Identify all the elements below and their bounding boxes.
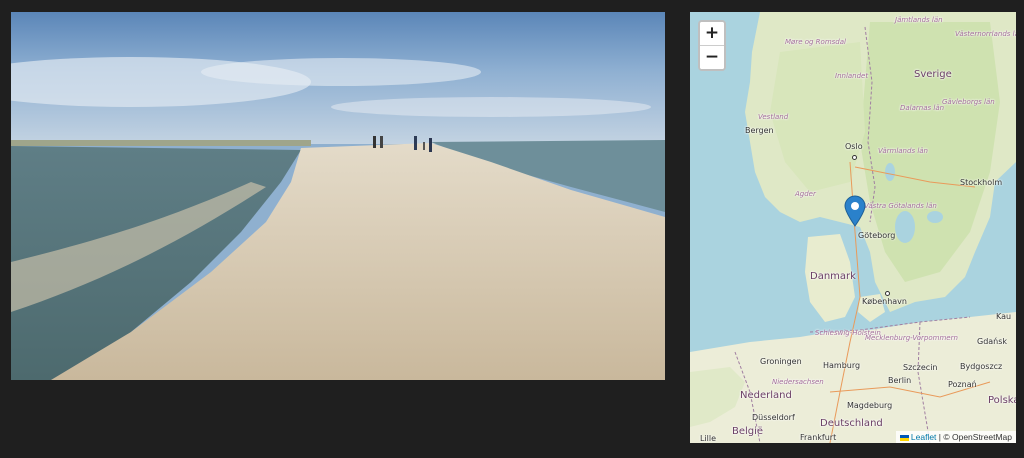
ukraine-flag-icon: [899, 435, 909, 441]
label-sverige: Sverige: [914, 69, 952, 80]
label-gavleborgs: Gävleborgs län: [942, 98, 995, 106]
label-danmark: Danmark: [810, 271, 856, 282]
label-vestland: Vestland: [758, 113, 789, 121]
label-niedersachsen: Niedersachsen: [772, 378, 824, 386]
label-bydgoszcz: Bydgoszcz: [960, 362, 1003, 371]
label-polska: Polska: [988, 395, 1016, 406]
label-stockholm: Stockholm: [960, 178, 1003, 187]
kobenhavn-dot: [885, 291, 890, 296]
label-more: Møre og Romsdal: [785, 38, 846, 46]
zoom-out-button[interactable]: −: [700, 45, 724, 69]
label-poznan: Poznań: [948, 380, 977, 389]
zoom-control: + −: [698, 20, 726, 71]
attribution-separator: | ©: [936, 432, 952, 442]
map-widget[interactable]: Jämtlands län Møre og Romsdal Västernorr…: [690, 12, 1016, 443]
label-dusseldorf: Düsseldorf: [752, 413, 795, 422]
label-jamtlands: Jämtlands län: [895, 16, 943, 24]
label-vasternorrlands: Västernorrlands län: [955, 30, 1016, 38]
label-innlandet: Innlandet: [835, 72, 869, 80]
beach-photo: [11, 12, 665, 380]
label-magdeburg: Magdeburg: [847, 401, 893, 410]
label-varmlands: Värmlands län: [878, 147, 928, 155]
label-oslo: Oslo: [845, 142, 863, 151]
map-marker-icon[interactable]: [844, 195, 866, 227]
oslo-dot: [852, 155, 857, 160]
label-groningen: Groningen: [760, 357, 802, 366]
label-nederland: Nederland: [740, 390, 792, 401]
label-hamburg: Hamburg: [823, 361, 861, 370]
label-agder: Agder: [795, 190, 816, 198]
label-vastra: Västra Götalands län: [864, 202, 937, 210]
label-deutschland: Deutschland: [820, 418, 883, 429]
label-kobenhavn: København: [862, 297, 907, 306]
label-goteborg: Göteborg: [858, 231, 896, 240]
label-kaunas: Kau: [996, 312, 1012, 321]
label-bergen: Bergen: [745, 126, 774, 135]
beach-photo-image: [11, 12, 665, 380]
leaflet-link[interactable]: Leaflet: [911, 432, 937, 442]
label-dalarnas: Dalarnas län: [900, 104, 945, 112]
label-berlin: Berlin: [888, 376, 912, 385]
label-szczecin: Szczecin: [903, 363, 938, 372]
label-mecklenburg: Mecklenburg-Vorpommern: [865, 334, 958, 342]
label-lille: Lille: [700, 434, 717, 443]
osm-link[interactable]: OpenStreetMap: [952, 432, 1012, 442]
zoom-in-button[interactable]: +: [700, 22, 724, 45]
label-gdansk: Gdańsk: [977, 337, 1008, 346]
map-attribution: Leaflet | © OpenStreetMap: [895, 431, 1016, 443]
label-frankfurt: Frankfurt: [800, 433, 837, 442]
label-belgie: België: [732, 426, 764, 437]
